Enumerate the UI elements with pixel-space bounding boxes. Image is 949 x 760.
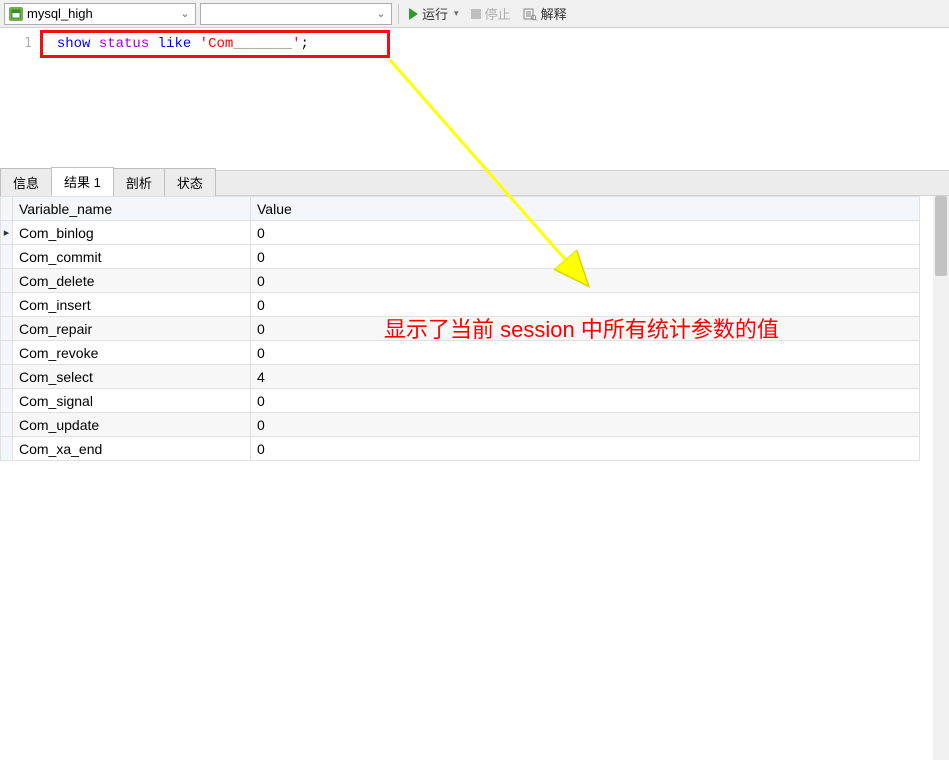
divider bbox=[398, 4, 399, 24]
column-header-variable[interactable]: Variable_name bbox=[13, 197, 251, 221]
cell-variable[interactable]: Com_commit bbox=[13, 245, 251, 269]
chevron-down-icon: ▾ bbox=[454, 8, 459, 19]
cell-value[interactable]: 0 bbox=[251, 437, 920, 461]
row-indicator bbox=[1, 245, 13, 269]
vertical-scrollbar[interactable] bbox=[933, 196, 949, 760]
code-area[interactable]: show status like 'Com_______'; bbox=[40, 28, 949, 170]
table-row[interactable]: Com_revoke0 bbox=[1, 341, 920, 365]
chevron-down-icon: ⌄ bbox=[373, 7, 389, 20]
row-header-corner bbox=[1, 197, 13, 221]
cell-value[interactable]: 0 bbox=[251, 221, 920, 245]
header-row: Variable_name Value bbox=[1, 197, 920, 221]
tab-info[interactable]: 信息 bbox=[0, 168, 52, 196]
sql-editor[interactable]: 1 show status like 'Com_______'; bbox=[0, 28, 949, 170]
cell-variable[interactable]: Com_select bbox=[13, 365, 251, 389]
tab-state[interactable]: 状态 bbox=[164, 168, 216, 196]
run-button[interactable]: 运行 ▾ bbox=[405, 3, 463, 25]
table-row[interactable]: ▸Com_binlog0 bbox=[1, 221, 920, 245]
scrollbar-thumb[interactable] bbox=[935, 196, 947, 276]
cell-variable[interactable]: Com_signal bbox=[13, 389, 251, 413]
play-icon bbox=[409, 8, 418, 20]
result-grid[interactable]: Variable_name Value ▸Com_binlog0 Com_com… bbox=[0, 196, 920, 461]
explain-icon bbox=[523, 7, 537, 21]
row-indicator bbox=[1, 413, 13, 437]
stop-label: 停止 bbox=[485, 4, 511, 23]
row-indicator bbox=[1, 437, 13, 461]
cell-value[interactable]: 0 bbox=[251, 269, 920, 293]
tab-result[interactable]: 结果 1 bbox=[51, 167, 114, 196]
cell-value[interactable]: 0 bbox=[251, 341, 920, 365]
row-indicator bbox=[1, 269, 13, 293]
cell-variable[interactable]: Com_xa_end bbox=[13, 437, 251, 461]
result-tabs: 信息 结果 1 剖析 状态 bbox=[0, 170, 949, 196]
cell-variable[interactable]: Com_delete bbox=[13, 269, 251, 293]
run-label: 运行 bbox=[422, 4, 448, 23]
table-row[interactable]: Com_repair0 bbox=[1, 317, 920, 341]
table-row[interactable]: Com_delete0 bbox=[1, 269, 920, 293]
cell-value[interactable]: 0 bbox=[251, 317, 920, 341]
table-row[interactable]: Com_select4 bbox=[1, 365, 920, 389]
database-selector[interactable]: mysql_high ⌄ bbox=[4, 3, 196, 25]
stop-icon bbox=[471, 9, 481, 19]
cell-variable[interactable]: Com_revoke bbox=[13, 341, 251, 365]
table-row[interactable]: Com_signal0 bbox=[1, 389, 920, 413]
cell-variable[interactable]: Com_repair bbox=[13, 317, 251, 341]
cell-variable[interactable]: Com_insert bbox=[13, 293, 251, 317]
code-line: show status like 'Com_______'; bbox=[40, 36, 309, 52]
row-indicator bbox=[1, 341, 13, 365]
cell-variable[interactable]: Com_binlog bbox=[13, 221, 251, 245]
row-indicator bbox=[1, 317, 13, 341]
table-row[interactable]: Com_commit0 bbox=[1, 245, 920, 269]
line-gutter: 1 bbox=[0, 28, 40, 170]
database-selector-text: mysql_high bbox=[27, 6, 177, 21]
table-row[interactable]: Com_xa_end0 bbox=[1, 437, 920, 461]
stop-button: 停止 bbox=[467, 3, 515, 25]
secondary-selector[interactable]: ⌄ bbox=[200, 3, 392, 25]
line-number: 1 bbox=[0, 36, 32, 51]
table-row[interactable]: Com_update0 bbox=[1, 413, 920, 437]
row-indicator bbox=[1, 365, 13, 389]
tab-profile[interactable]: 剖析 bbox=[113, 168, 165, 196]
cell-value[interactable]: 0 bbox=[251, 413, 920, 437]
toolbar: mysql_high ⌄ ⌄ 运行 ▾ 停止 解释 bbox=[0, 0, 949, 28]
row-indicator bbox=[1, 389, 13, 413]
result-grid-container: Variable_name Value ▸Com_binlog0 Com_com… bbox=[0, 196, 949, 760]
cell-value[interactable]: 4 bbox=[251, 365, 920, 389]
cell-variable[interactable]: Com_update bbox=[13, 413, 251, 437]
database-icon bbox=[9, 7, 23, 21]
cell-value[interactable]: 0 bbox=[251, 389, 920, 413]
explain-button[interactable]: 解释 bbox=[519, 3, 571, 25]
cell-value[interactable]: 0 bbox=[251, 293, 920, 317]
column-header-value[interactable]: Value bbox=[251, 197, 920, 221]
row-indicator bbox=[1, 293, 13, 317]
table-row[interactable]: Com_insert0 bbox=[1, 293, 920, 317]
explain-label: 解释 bbox=[541, 4, 567, 23]
row-indicator: ▸ bbox=[1, 221, 13, 245]
cell-value[interactable]: 0 bbox=[251, 245, 920, 269]
chevron-down-icon: ⌄ bbox=[177, 7, 193, 20]
